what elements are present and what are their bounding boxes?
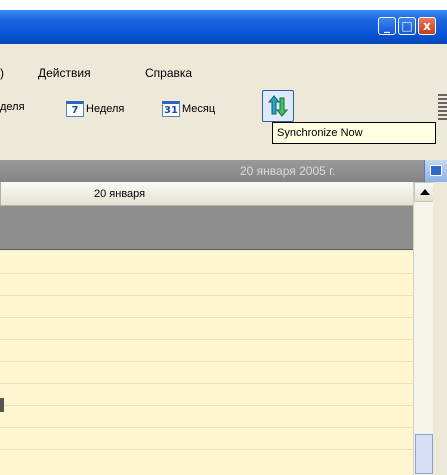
slot-divider: [0, 383, 413, 384]
slot-divider: [0, 427, 413, 428]
slot-divider: [0, 361, 413, 362]
toolbar: деля 7 Неделя 31 Месяц: [0, 82, 447, 122]
date-header-band: 20 января 2005 г.: [0, 160, 424, 182]
slot-divider: [0, 405, 413, 406]
slot-divider: [0, 339, 413, 340]
day-column-header[interactable]: 20 января: [0, 182, 413, 206]
week-view-button[interactable]: 7 Неделя: [66, 101, 124, 117]
slot-divider: [0, 295, 413, 296]
left-edge-mark: [0, 398, 4, 412]
month-calendar-icon: 31: [162, 101, 180, 117]
work-week-view-button[interactable]: деля: [0, 101, 25, 113]
time-slot-grid[interactable]: [0, 251, 413, 475]
arrow-up-icon: [420, 189, 430, 195]
slot-divider: [0, 273, 413, 274]
slot-divider: [0, 449, 413, 450]
synchronize-now-button[interactable]: [262, 90, 294, 122]
day-column-date: 20 января: [94, 188, 146, 200]
maximize-button[interactable]: □: [398, 17, 416, 35]
vertical-scrollbar[interactable]: [413, 182, 434, 475]
scroll-up-button[interactable]: [414, 182, 434, 202]
calendar-icon: [430, 165, 442, 176]
all-day-events-area[interactable]: [0, 206, 413, 250]
menu-item-actions[interactable]: Действия: [38, 66, 91, 80]
minimize-button[interactable]: _: [378, 17, 396, 35]
screenshot-frame: _ □ x ) Действия Справка деля 7 Неделя 31…: [0, 0, 447, 475]
title-bar[interactable]: _ □ x: [0, 10, 447, 44]
week-label: Неделя: [86, 102, 125, 115]
scroll-thumb[interactable]: [415, 434, 433, 474]
work-week-label: деля: [0, 101, 25, 113]
week-calendar-icon: 7: [66, 101, 84, 117]
sync-icon: [267, 95, 289, 117]
column-separator: [0, 182, 1, 206]
current-date-label: 20 января 2005 г.: [240, 164, 336, 178]
date-picker-button[interactable]: [424, 160, 447, 182]
month-view-button[interactable]: 31 Месяц: [162, 101, 215, 117]
menu-bar: ) Действия Справка: [0, 44, 447, 82]
window-border: [433, 182, 447, 475]
close-button[interactable]: x: [418, 17, 436, 35]
toolbar-overflow-grip[interactable]: [438, 94, 447, 120]
slot-divider: [0, 317, 413, 318]
synchronize-tooltip: Synchronize Now: [272, 122, 436, 144]
calendar-window: _ □ x ) Действия Справка деля 7 Неделя 31…: [0, 10, 447, 475]
month-label: Месяц: [182, 102, 216, 115]
menu-item-help[interactable]: Справка: [145, 66, 192, 80]
menu-item-partial[interactable]: ): [0, 66, 4, 80]
